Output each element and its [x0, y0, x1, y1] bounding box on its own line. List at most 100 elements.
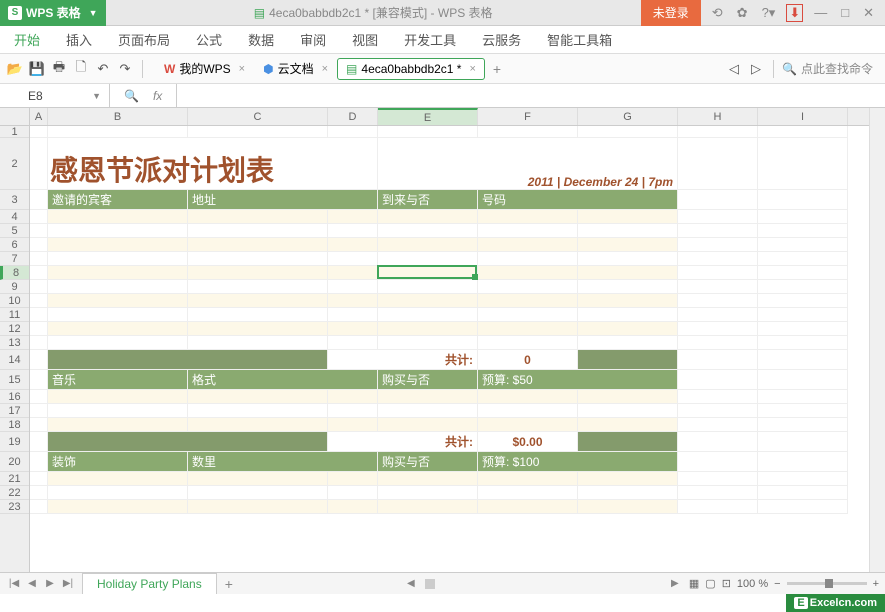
undo-icon[interactable]: ↶ [94, 60, 112, 78]
cell[interactable] [478, 252, 578, 266]
total-value[interactable]: $0.00 [478, 432, 578, 452]
table-header[interactable]: 地址 [188, 190, 378, 210]
cell[interactable] [328, 404, 378, 418]
print-icon[interactable]: 🖶 [50, 60, 68, 78]
cell[interactable] [48, 210, 188, 224]
column-header[interactable]: D [328, 108, 378, 125]
cell[interactable] [328, 308, 378, 322]
cell[interactable] [378, 210, 478, 224]
doc-tab-current[interactable]: ▤ 4eca0babbdb2c1 * × [337, 58, 485, 80]
cell[interactable] [478, 308, 578, 322]
row-header[interactable]: 9 [0, 280, 29, 294]
party-title[interactable]: 感恩节派对计划表 [48, 138, 378, 190]
cell[interactable] [48, 418, 188, 432]
nav-fwd-icon[interactable]: ▷ [747, 60, 765, 78]
row-header[interactable]: 8 [0, 266, 29, 280]
cell[interactable] [478, 500, 578, 514]
preview-icon[interactable]: 🗋 [72, 60, 90, 78]
cell[interactable] [188, 418, 328, 432]
redo-icon[interactable]: ↷ [116, 60, 134, 78]
cell[interactable] [188, 336, 328, 350]
cell[interactable] [478, 472, 578, 486]
row-header[interactable]: 17 [0, 404, 29, 418]
add-sheet-button[interactable]: + [217, 576, 241, 592]
cell[interactable] [578, 472, 678, 486]
table-header[interactable]: 装饰 [48, 452, 188, 472]
minimize-icon[interactable]: — [811, 5, 830, 20]
row-header[interactable]: 22 [0, 486, 29, 500]
row-header[interactable]: 18 [0, 418, 29, 432]
cell[interactable] [478, 418, 578, 432]
cell[interactable] [328, 500, 378, 514]
settings-icon[interactable]: ✿ [734, 5, 751, 21]
search-fn-icon[interactable]: 🔍 [124, 89, 139, 103]
cell[interactable] [188, 294, 328, 308]
cell[interactable] [478, 390, 578, 404]
menu-layout[interactable]: 页面布局 [118, 30, 170, 49]
cell[interactable] [378, 266, 478, 280]
table-header[interactable]: 预算: $100 [478, 452, 678, 472]
menu-tools[interactable]: 智能工具箱 [547, 30, 612, 49]
cell[interactable] [578, 308, 678, 322]
vertical-scrollbar[interactable] [869, 108, 885, 586]
column-header[interactable]: G [578, 108, 678, 125]
cell[interactable] [578, 224, 678, 238]
fx-label[interactable]: fx [153, 89, 162, 103]
zoom-in-icon[interactable]: + [873, 578, 879, 590]
cell[interactable] [48, 224, 188, 238]
view-normal-icon[interactable]: ▦ [689, 577, 699, 590]
cell[interactable] [48, 266, 188, 280]
cell[interactable] [328, 418, 378, 432]
cell[interactable] [48, 500, 188, 514]
open-icon[interactable]: 📂 [6, 60, 24, 78]
menu-cloud[interactable]: 云服务 [482, 30, 521, 49]
row-header[interactable]: 1 [0, 126, 29, 138]
cell[interactable] [48, 322, 188, 336]
row-header[interactable]: 11 [0, 308, 29, 322]
maximize-icon[interactable]: □ [838, 5, 852, 20]
sync-icon[interactable]: ⟲ [709, 5, 726, 21]
row-header[interactable]: 16 [0, 390, 29, 404]
column-header[interactable]: B [48, 108, 188, 125]
total-label[interactable]: 共计: [328, 350, 478, 370]
cell[interactable] [188, 280, 328, 294]
menu-dev[interactable]: 开发工具 [404, 30, 456, 49]
row-header[interactable]: 5 [0, 224, 29, 238]
column-header[interactable]: I [758, 108, 848, 125]
row-header[interactable]: 15 [0, 370, 29, 390]
cell[interactable] [378, 252, 478, 266]
total-value[interactable]: 0 [478, 350, 578, 370]
cell[interactable] [48, 252, 188, 266]
cell[interactable] [48, 308, 188, 322]
view-page-icon[interactable]: ▢ [705, 577, 715, 590]
add-tab-button[interactable]: + [485, 61, 509, 77]
cell[interactable] [578, 266, 678, 280]
doc-tab-mywps[interactable]: W 我的WPS × [155, 56, 254, 81]
save-icon[interactable]: 💾 [28, 60, 46, 78]
cell[interactable] [478, 404, 578, 418]
column-header[interactable]: E [378, 108, 478, 125]
menu-review[interactable]: 审阅 [300, 30, 326, 49]
table-header[interactable]: 格式 [188, 370, 378, 390]
table-header[interactable]: 购买与否 [378, 452, 478, 472]
name-box[interactable]: E8 ▼ [20, 84, 110, 107]
cell[interactable] [328, 472, 378, 486]
column-header[interactable]: F [478, 108, 578, 125]
cell[interactable] [328, 294, 378, 308]
cell[interactable] [188, 390, 328, 404]
cell[interactable] [478, 266, 578, 280]
login-button[interactable]: 未登录 [641, 0, 701, 26]
cell[interactable] [478, 486, 578, 500]
app-badge[interactable]: S WPS 表格 ▼ [0, 0, 106, 26]
cell[interactable] [188, 224, 328, 238]
cell[interactable] [30, 126, 48, 138]
hscroll-left-icon[interactable]: ◀ [403, 578, 419, 589]
cell[interactable] [328, 238, 378, 252]
help-icon[interactable]: ?▾ [759, 5, 779, 21]
cell[interactable] [578, 500, 678, 514]
cell[interactable] [378, 500, 478, 514]
cell[interactable] [478, 322, 578, 336]
cell[interactable] [578, 252, 678, 266]
cell[interactable] [188, 126, 328, 138]
cell[interactable] [48, 472, 188, 486]
